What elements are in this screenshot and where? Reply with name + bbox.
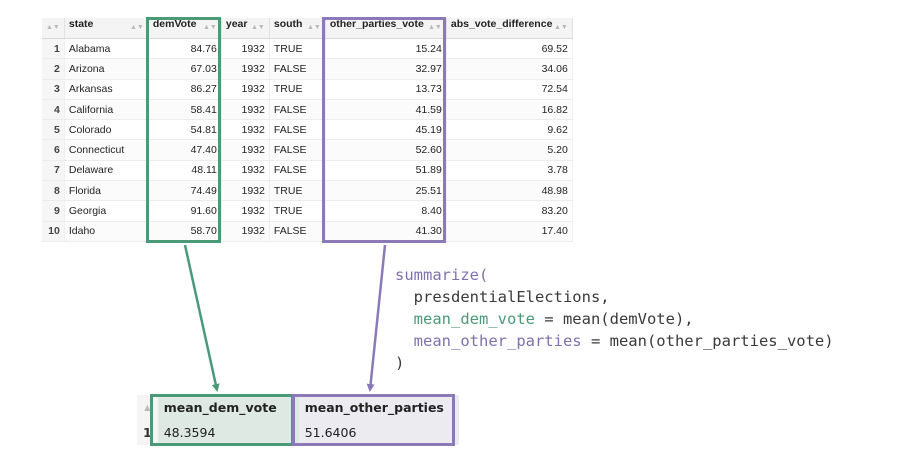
code-var-mean-other-parties: mean_other_parties [395, 332, 582, 350]
code-var-mean-dem-vote: mean_dem_vote [395, 310, 535, 328]
mean-other-parties-highlight [292, 394, 455, 446]
code-line-mean-other-parties: mean_other_parties = mean(other_parties_… [395, 332, 834, 350]
code-line-dataset: presdentialElections, [395, 288, 610, 306]
code-line-close: ) [395, 354, 405, 372]
purple-arrow [366, 244, 387, 392]
code-line-mean-dem-vote: mean_dem_vote = mean(demVote), [395, 310, 694, 328]
green-arrow [183, 244, 220, 392]
connector-arrows [183, 244, 387, 392]
summarize-code-block: summarize( presdentialElections, mean_de… [395, 264, 834, 374]
mean-dem-vote-highlight [150, 394, 294, 446]
code-line-summarize: summarize( [395, 266, 489, 284]
